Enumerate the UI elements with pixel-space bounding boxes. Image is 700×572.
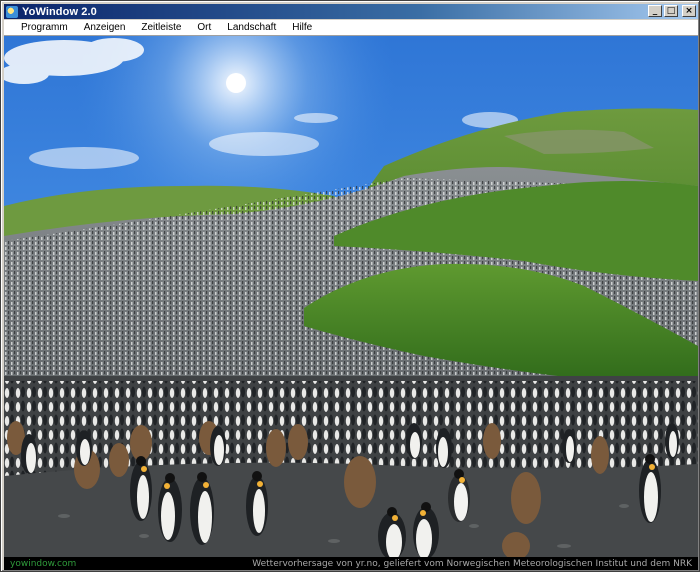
title-bar[interactable]: YoWindow 2.0 _ □ × (4, 4, 698, 19)
menu-anzeigen[interactable]: Anzeigen (76, 22, 134, 33)
menu-programm[interactable]: Programm (4, 22, 76, 33)
status-bar: yowindow.com Wettervorhersage von yr.no,… (4, 557, 698, 570)
window-controls: _ □ × (648, 5, 696, 17)
maximize-button[interactable]: □ (664, 5, 678, 17)
menu-zeitleiste[interactable]: Zeitleiste (133, 22, 189, 33)
menu-landschaft[interactable]: Landschaft (219, 22, 284, 33)
penguin-colony-landscape-icon (4, 36, 698, 557)
window-title: YoWindow 2.0 (22, 5, 97, 18)
menu-ort[interactable]: Ort (189, 22, 219, 33)
menu-hilfe[interactable]: Hilfe (284, 22, 320, 33)
forecast-credit[interactable]: Wettervorhersage von yr.no, geliefert vo… (252, 559, 692, 569)
menu-bar: Programm Anzeigen Zeitleiste Ort Landsch… (4, 20, 698, 36)
app-icon[interactable] (6, 5, 18, 18)
sun-icon (226, 73, 246, 93)
minimize-button[interactable]: _ (648, 5, 662, 17)
weather-scene[interactable] (4, 36, 698, 557)
app-window: YoWindow 2.0 _ □ × Programm Anzeigen Zei… (0, 0, 700, 572)
close-button[interactable]: × (682, 5, 696, 17)
yowindow-link[interactable]: yowindow.com (10, 559, 76, 569)
